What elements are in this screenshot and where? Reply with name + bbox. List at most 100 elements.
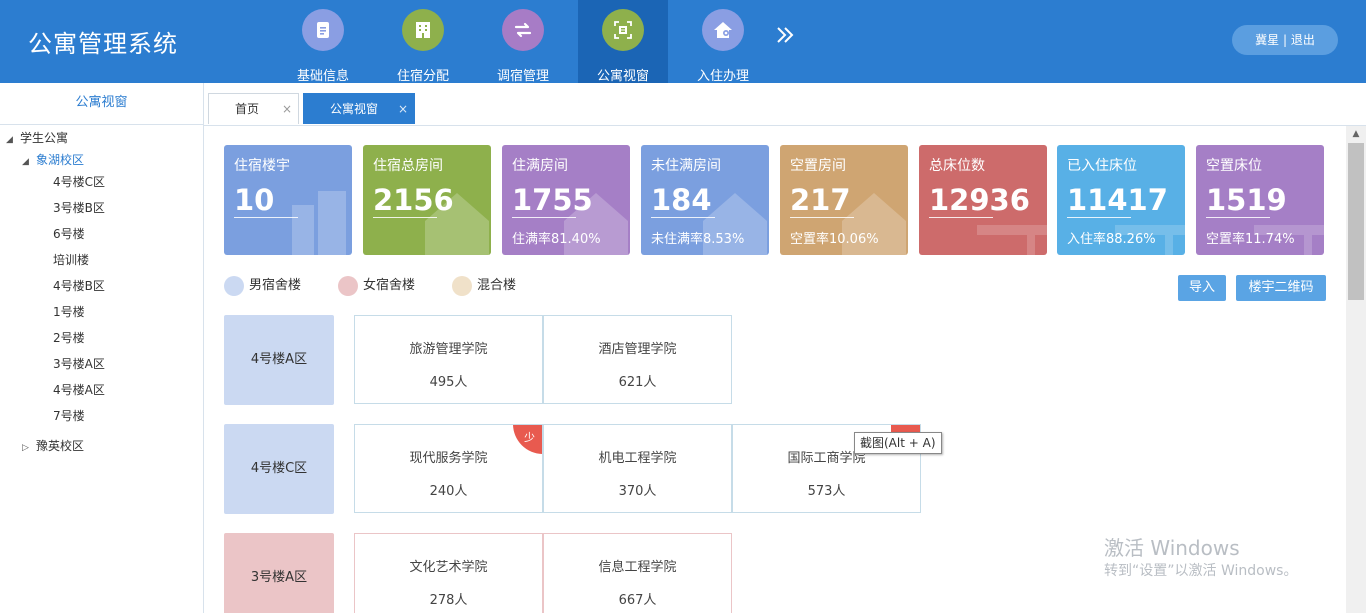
stat-rate: 空置率11.74% xyxy=(1206,232,1295,247)
tree-node-building[interactable]: 4号楼A区 xyxy=(53,380,105,400)
stat-divider xyxy=(651,217,715,218)
stat-card-full-rooms[interactable]: 住满房间 1755 住满率81.40% xyxy=(502,145,630,255)
stat-label: 已入住床位 xyxy=(1067,158,1137,174)
tab-home[interactable]: 首页 × xyxy=(208,93,299,124)
tree-node-building[interactable]: 3号楼B区 xyxy=(53,198,105,218)
stat-card-buildings[interactable]: 住宿楼宇 10 xyxy=(224,145,352,255)
stat-value: 1519 xyxy=(1206,183,1287,217)
window-icon xyxy=(602,9,644,51)
legend-swatch xyxy=(224,275,244,296)
caret-right-icon[interactable]: ▷ xyxy=(22,438,36,458)
legend-mixed-dorm: 混合楼 xyxy=(452,275,516,297)
stat-divider xyxy=(512,217,576,218)
stat-divider xyxy=(790,217,854,218)
building-icon xyxy=(402,9,444,51)
user-name[interactable]: 冀星 xyxy=(1255,33,1279,47)
document-icon xyxy=(302,9,344,51)
building-label[interactable]: 3号楼A区 xyxy=(224,533,334,613)
stat-divider xyxy=(373,217,437,218)
stat-value: 184 xyxy=(651,183,712,217)
house-key-icon xyxy=(702,9,744,51)
college-cell[interactable]: 机电工程学院 370人 xyxy=(543,424,732,513)
building-icon xyxy=(292,191,346,255)
nav-label: 入住办理 xyxy=(696,69,749,84)
college-count: 573人 xyxy=(807,484,846,499)
stat-value: 12936 xyxy=(929,183,1030,217)
tree-node-building[interactable]: 1号楼 xyxy=(53,302,85,322)
nav-basic-info[interactable]: 基础信息 xyxy=(278,0,368,84)
nav-room-transfer[interactable]: 调宿管理 xyxy=(478,0,568,84)
nav-label: 住宿分配 xyxy=(396,69,449,84)
logout-link[interactable]: 退出 xyxy=(1291,33,1315,47)
user-box: 冀星 | 退出 xyxy=(1232,25,1338,55)
double-chevron-right-icon[interactable] xyxy=(774,24,800,52)
tree-node-building[interactable]: 4号楼B区 xyxy=(53,276,105,296)
stat-card-total-rooms[interactable]: 住宿总房间 2156 xyxy=(363,145,491,255)
college-cell[interactable]: 酒店管理学院 621人 xyxy=(543,315,732,404)
top-header: 公寓管理系统 基础信息 住宿分配 调宿管理 公寓视窗 入住办理 冀星 | 退出 xyxy=(0,0,1366,84)
stat-value: 1755 xyxy=(512,183,593,217)
college-cell[interactable]: 旅游管理学院 495人 xyxy=(354,315,543,404)
nav-apartment-window[interactable]: 公寓视窗 xyxy=(578,0,668,84)
college-cell[interactable]: 现代服务学院 240人 少 xyxy=(354,424,543,513)
tab-label: 公寓视窗 xyxy=(330,102,379,116)
nav-accommodation-allocation[interactable]: 住宿分配 xyxy=(378,0,468,84)
nav-check-in[interactable]: 入住办理 xyxy=(678,0,768,84)
building-label[interactable]: 4号楼C区 xyxy=(224,424,334,514)
stat-label: 住宿楼宇 xyxy=(234,158,290,174)
stat-divider xyxy=(234,217,298,218)
stat-card-occupied-beds[interactable]: 已入住床位 11417 入住率88.26% xyxy=(1057,145,1185,255)
nav-label: 基础信息 xyxy=(296,69,349,84)
legend-swatch xyxy=(338,275,358,296)
close-icon[interactable]: × xyxy=(398,94,408,125)
tree-node-xianghu-campus[interactable]: ◢ 象湖校区 xyxy=(22,150,84,170)
stat-value: 2156 xyxy=(373,183,454,217)
stat-card-partial-rooms[interactable]: 未住满房间 184 未住满率8.53% xyxy=(641,145,769,255)
stat-label: 未住满房间 xyxy=(651,158,721,174)
legend-male-dorm: 男宿舍楼 xyxy=(224,275,301,297)
tree-node-student-apartment[interactable]: ◢ 学生公寓 xyxy=(6,128,68,148)
tree-node-building[interactable]: 6号楼 xyxy=(53,224,85,244)
college-cell[interactable]: 文化艺术学院 278人 xyxy=(354,533,543,613)
college-name: 文化艺术学院 xyxy=(409,560,488,575)
stat-rate: 空置率10.06% xyxy=(790,232,879,247)
close-icon[interactable]: × xyxy=(282,94,292,125)
college-name: 酒店管理学院 xyxy=(598,342,677,357)
vertical-scrollbar[interactable]: ▲ xyxy=(1346,126,1366,613)
tree-node-building[interactable]: 4号楼C区 xyxy=(53,172,105,192)
stat-divider xyxy=(1067,217,1131,218)
stat-label: 空置房间 xyxy=(790,158,846,174)
caret-down-icon[interactable]: ◢ xyxy=(6,130,20,150)
tree-node-building[interactable]: 2号楼 xyxy=(53,328,85,348)
scroll-up-icon[interactable]: ▲ xyxy=(1346,126,1366,142)
user-separator: | xyxy=(1279,33,1291,47)
caret-down-icon[interactable]: ◢ xyxy=(22,152,36,172)
tree-node-building[interactable]: 培训楼 xyxy=(53,250,89,270)
stat-card-vacant-rooms[interactable]: 空置房间 217 空置率10.06% xyxy=(780,145,908,255)
swap-arrows-icon xyxy=(502,9,544,51)
stat-value: 11417 xyxy=(1067,183,1168,217)
stat-label: 住满房间 xyxy=(512,158,568,174)
tab-apartment-window[interactable]: 公寓视窗 × xyxy=(303,93,415,124)
college-name: 机电工程学院 xyxy=(598,451,677,466)
stat-card-vacant-beds[interactable]: 空置床位 1519 空置率11.74% xyxy=(1196,145,1324,255)
import-button[interactable]: 导入 xyxy=(1178,275,1226,301)
building-qrcode-button[interactable]: 楼宇二维码 xyxy=(1236,275,1326,301)
tree-node-building[interactable]: 7号楼 xyxy=(53,406,85,426)
college-count: 370人 xyxy=(618,484,657,499)
scroll-thumb[interactable] xyxy=(1348,143,1364,300)
college-count: 621人 xyxy=(618,375,657,390)
sidebar-title: 公寓视窗 xyxy=(0,83,203,125)
nav-label: 调宿管理 xyxy=(496,69,549,84)
college-cell[interactable]: 信息工程学院 667人 xyxy=(543,533,732,613)
tree-node-building[interactable]: 3号楼A区 xyxy=(53,354,105,374)
stat-card-total-beds[interactable]: 总床位数 12936 xyxy=(919,145,1047,255)
screenshot-tooltip: 截图(Alt + A) xyxy=(854,432,942,454)
nav-label: 公寓视窗 xyxy=(596,69,649,84)
tree-node-yuying-campus[interactable]: ▷ 豫英校区 xyxy=(22,436,84,456)
building-label[interactable]: 4号楼A区 xyxy=(224,315,334,405)
tab-label: 首页 xyxy=(235,102,260,116)
stat-label: 空置床位 xyxy=(1206,158,1262,174)
app-title: 公寓管理系统 xyxy=(28,30,178,58)
sidebar: 公寓视窗 ◢ 学生公寓 ◢ 象湖校区 4号楼C区 3号楼B区 6号楼 培训楼 4号楼… xyxy=(0,83,204,613)
